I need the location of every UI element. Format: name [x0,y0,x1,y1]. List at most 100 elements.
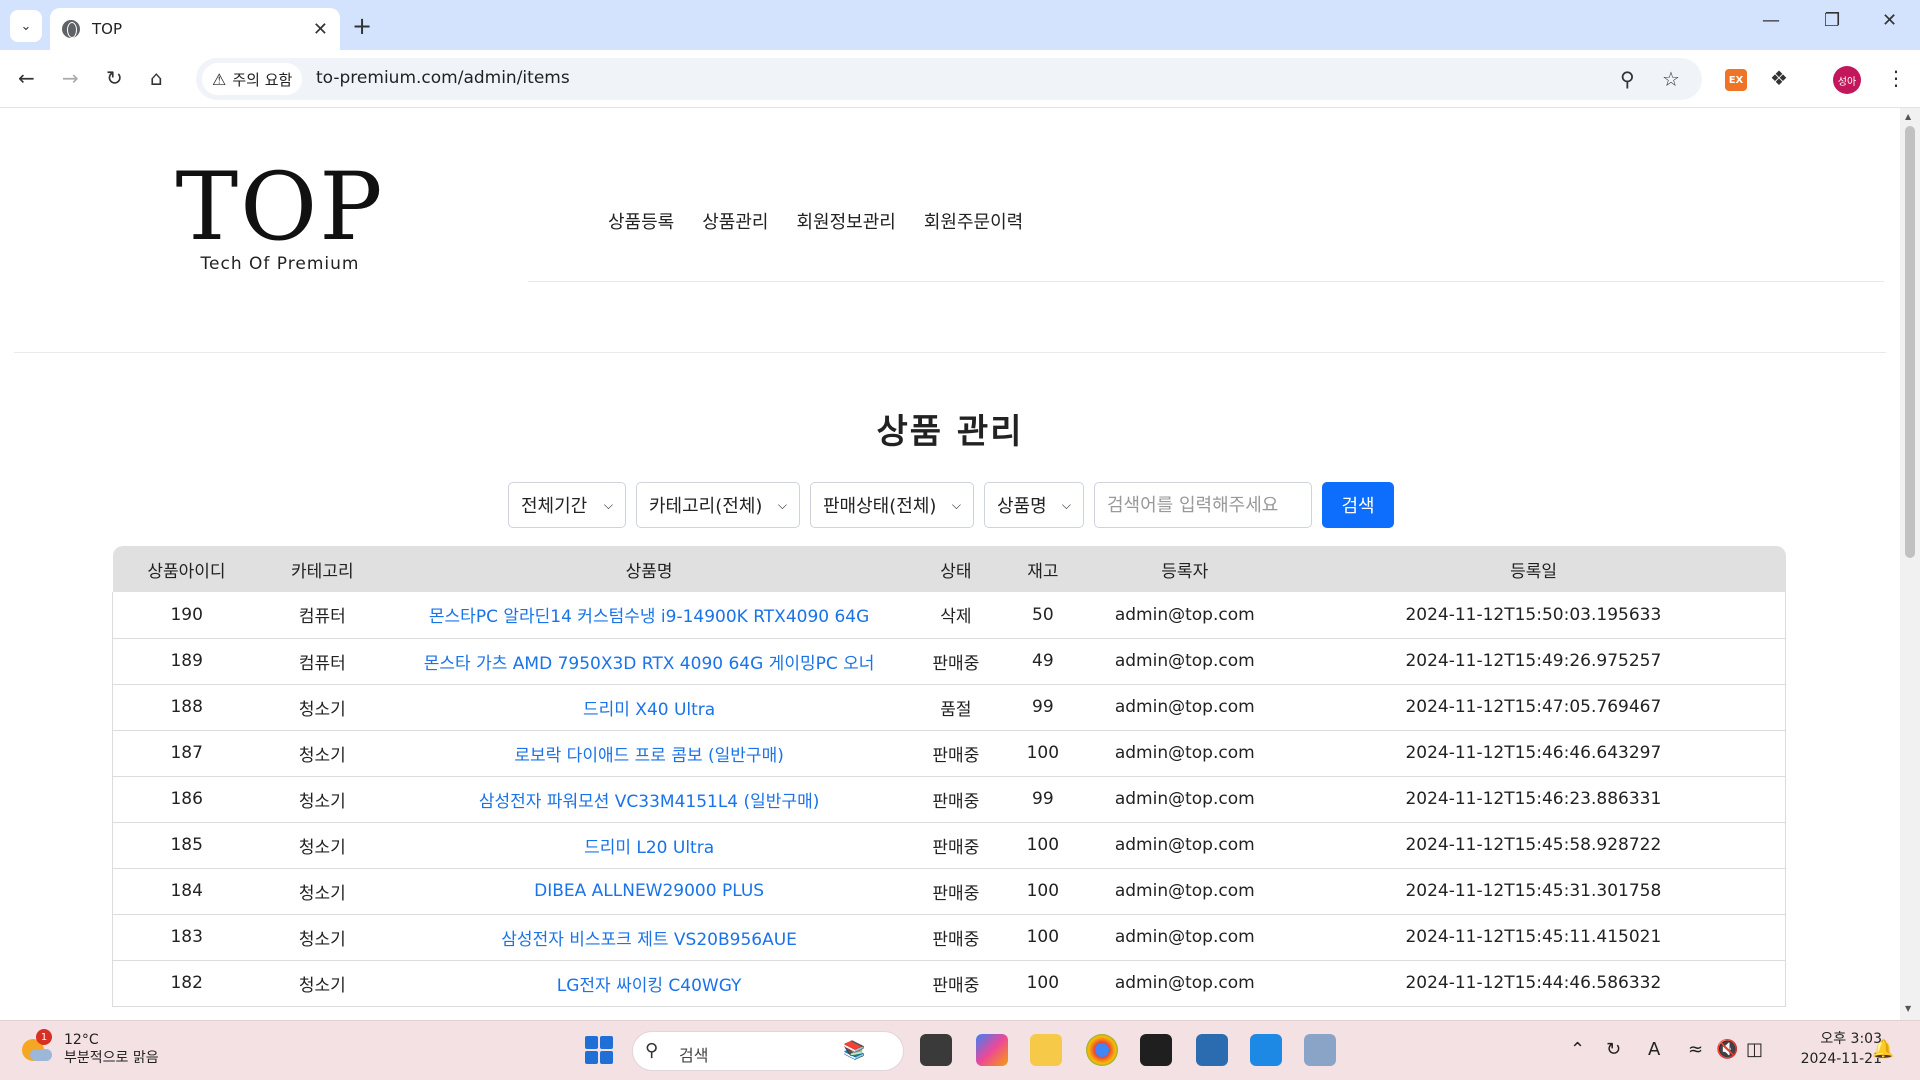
cell-category: 청소기 [260,776,385,823]
cell-status: 판매중 [913,960,998,1007]
product-link[interactable]: 드리미 L20 Ultra [584,838,714,858]
page-viewport: TOP Tech Of Premium 상품등록 상품관리 회원정보관리 회원주… [0,108,1900,1020]
cell-date: 2024-11-12T15:46:23.886331 [1281,776,1786,823]
notepad-icon[interactable] [1196,1034,1228,1066]
scroll-up-icon[interactable]: ▲ [1905,112,1911,121]
cell-id: 183 [112,914,261,961]
volume-muted-icon[interactable]: 🔇 [1716,1039,1738,1060]
table-row: 188 청소기 드리미 X40 Ultra 품절 99 admin@top.co… [112,684,1786,731]
restore-icon[interactable]: ❐ [1824,10,1840,31]
browser-tab[interactable]: TOP ✕ [50,8,340,50]
product-link[interactable]: 삼성전자 파워모션 VC33M4151L4 (일반구매) [479,792,820,812]
file-explorer-icon[interactable] [1030,1034,1062,1066]
cell-name: 몬스타 가츠 AMD 7950X3D RTX 4090 64G 게이밍PC 오너 [384,638,914,685]
search-input[interactable] [1094,482,1312,528]
browser-toolbar: ← → ↻ ⌂ ⚠ 주의 요함 to-premium.com/admin/ite… [0,50,1920,108]
scrollbar-thumb[interactable] [1905,126,1915,558]
cell-category: 청소기 [260,914,385,961]
tab-search-chevron-icon[interactable]: ⌄ [10,10,42,42]
cell-name: LG전자 싸이킹 C40WGY [384,960,914,1007]
page-scrollbar[interactable]: ▲ ▼ [1900,108,1920,1020]
cell-date: 2024-11-12T15:45:11.415021 [1281,914,1786,961]
windows-start-icon[interactable] [585,1036,613,1064]
ime-icon[interactable]: A [1648,1039,1660,1060]
reload-icon[interactable]: ↻ [106,66,123,90]
table-row: 186 청소기 삼성전자 파워모션 VC33M4151L4 (일반구매) 판매중… [112,776,1786,823]
address-bar[interactable]: ⚠ 주의 요함 to-premium.com/admin/items ⚲ ☆ [196,58,1702,100]
product-link[interactable]: LG전자 싸이킹 C40WGY [557,976,742,996]
profile-avatar[interactable]: 성아 [1833,66,1861,94]
forward-icon[interactable]: → [62,66,79,90]
search-highlight-icon: 📚 [843,1040,866,1061]
clock-time: 오후 3:03 [1820,1031,1882,1047]
new-tab-icon[interactable]: + [352,12,372,40]
notification-bell-icon[interactable]: 🔔 [1872,1039,1894,1060]
task-view-icon[interactable] [920,1034,952,1066]
taskbar-search[interactable]: ⚲ 검색 📚 [632,1031,904,1071]
extension-ex-icon[interactable]: EX [1725,69,1747,91]
battery-icon[interactable]: ◫ [1746,1039,1763,1060]
nav-member-info[interactable]: 회원정보관리 [797,208,896,234]
site-logo[interactable]: TOP Tech Of Premium [170,160,390,275]
home-icon[interactable]: ⌂ [150,66,163,90]
nav-product-register[interactable]: 상품등록 [608,208,674,234]
warning-icon: ⚠ [212,69,227,89]
tray-chevron-up-icon[interactable]: ⌃ [1570,1039,1585,1060]
cell-id: 189 [112,638,261,685]
url-text[interactable]: to-premium.com/admin/items [316,68,570,88]
scroll-down-icon[interactable]: ▼ [1905,1004,1911,1013]
cell-date: 2024-11-12T15:47:05.769467 [1281,684,1786,731]
search-field-select[interactable]: 상품명 ⌵ [984,482,1084,528]
product-link[interactable]: 몬스타 가츠 AMD 7950X3D RTX 4090 64G 게이밍PC 오너 [424,654,875,674]
cell-registrant: admin@top.com [1087,868,1282,915]
app-icon[interactable] [1304,1034,1336,1066]
status-select[interactable]: 판매상태(전체) ⌵ [810,482,974,528]
cell-id: 190 [112,592,261,639]
search-button[interactable]: 검색 [1322,482,1394,528]
nav-product-manage[interactable]: 상품관리 [702,208,768,234]
table-row: 189 컴퓨터 몬스타 가츠 AMD 7950X3D RTX 4090 64G … [112,638,1786,685]
sync-icon[interactable]: ↻ [1606,1039,1621,1060]
product-link[interactable]: 몬스타PC 알라딘14 커스텀수냉 i9-14900K RTX4090 64G [429,607,869,627]
nav-member-orders[interactable]: 회원주문이력 [924,208,1023,234]
extensions-puzzle-icon[interactable]: ❖ [1770,66,1788,90]
table-row: 187 청소기 로보락 다이애드 프로 콤보 (일반구매) 판매중 100 ad… [112,730,1786,777]
bookmark-star-icon[interactable]: ☆ [1662,67,1680,91]
table-row: 190 컴퓨터 몬스타PC 알라딘14 커스텀수냉 i9-14900K RTX4… [112,592,1786,639]
product-link[interactable]: 드리미 X40 Ultra [583,700,715,720]
header-stock: 재고 [1027,561,1059,582]
cell-date: 2024-11-12T15:45:31.301758 [1281,868,1786,915]
chrome-icon[interactable] [1086,1034,1118,1066]
table-row: 182 청소기 LG전자 싸이킹 C40WGY 판매중 100 admin@to… [112,960,1786,1007]
table-row: 183 청소기 삼성전자 비스포크 제트 VS20B956AUE 판매중 100… [112,914,1786,961]
product-link[interactable]: 삼성전자 비스포크 제트 VS20B956AUE [501,930,797,950]
cell-date: 2024-11-12T15:49:26.975257 [1281,638,1786,685]
browser-menu-icon[interactable]: ⋮ [1886,66,1906,90]
browser-tab-bar: ⌄ TOP ✕ + — ❐ ✕ [0,0,1920,50]
system-clock[interactable]: 오후 3:03 2024-11-21 [1786,1029,1882,1069]
wifi-icon[interactable]: ≈ [1688,1039,1703,1060]
product-link[interactable]: 로보락 다이애드 프로 콤보 (일반구매) [514,746,783,766]
close-window-icon[interactable]: ✕ [1882,10,1897,31]
cell-id: 187 [112,730,261,777]
back-icon[interactable]: ← [18,66,35,90]
clock-date: 2024-11-21 [1800,1051,1882,1067]
cell-registrant: admin@top.com [1087,822,1282,869]
security-chip[interactable]: ⚠ 주의 요함 [202,63,303,95]
zoom-icon[interactable]: ⚲ [1620,67,1635,91]
cell-registrant: admin@top.com [1087,592,1282,639]
category-select[interactable]: 카테고리(전체) ⌵ [636,482,800,528]
vscode-icon[interactable] [1250,1034,1282,1066]
taskbar-search-label: 검색 [679,1046,709,1065]
cell-stock: 99 [997,776,1088,823]
minimize-icon[interactable]: — [1762,10,1780,31]
close-tab-icon[interactable]: ✕ [313,19,328,40]
sticky-notes-icon[interactable] [1140,1034,1172,1066]
cell-registrant: admin@top.com [1087,684,1282,731]
product-link[interactable]: DIBEA ALLNEW29000 PLUS [534,881,764,901]
cell-category: 청소기 [260,822,385,869]
weather-desc: 부분적으로 맑음 [64,1050,159,1066]
period-select[interactable]: 전체기간 ⌵ [508,482,626,528]
copilot-icon[interactable] [976,1034,1008,1066]
weather-widget[interactable]: 1 12°C 부분적으로 맑음 [20,1029,159,1067]
